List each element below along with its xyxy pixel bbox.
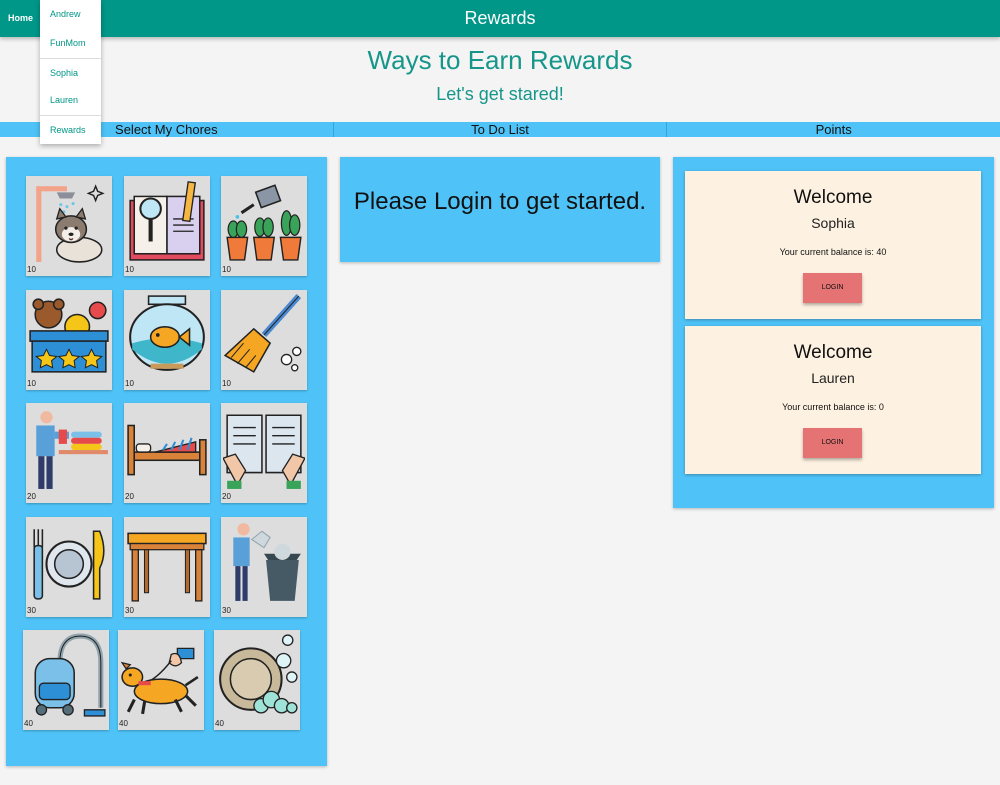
chore-points: 10 bbox=[125, 379, 134, 388]
chore-points: 40 bbox=[24, 719, 33, 728]
chore-points: 10 bbox=[125, 265, 134, 274]
chore-tile-vacuum[interactable]: 40 bbox=[23, 630, 109, 730]
clear-table-icon bbox=[127, 532, 207, 602]
menu-item-funmom[interactable]: FunMom bbox=[40, 29, 101, 58]
points-panel: Welcome Sophia Your current balance is: … bbox=[673, 157, 994, 508]
fold-laundry-icon bbox=[36, 411, 108, 489]
chore-tile-bathe-dog[interactable]: 10 bbox=[26, 176, 112, 276]
homework-icon bbox=[129, 181, 205, 261]
chore-points: 40 bbox=[119, 719, 128, 728]
welcome-text: Welcome bbox=[793, 187, 873, 208]
chore-points: 20 bbox=[125, 492, 134, 501]
chore-points: 30 bbox=[222, 606, 231, 615]
chore-tile-fish-bowl[interactable]: 10 bbox=[124, 290, 210, 390]
account-card-lauren: Welcome Lauren Your current balance is: … bbox=[685, 326, 981, 474]
menu-item-lauren[interactable]: Lauren bbox=[40, 86, 101, 115]
chore-tile-water-plants[interactable]: 10 bbox=[221, 176, 307, 276]
account-card-sophia: Welcome Sophia Your current balance is: … bbox=[685, 171, 981, 319]
chore-points: 10 bbox=[222, 265, 231, 274]
menu-item-andrew[interactable]: Andrew bbox=[40, 0, 101, 29]
login-prompt-message: Please Login to get started. bbox=[353, 188, 647, 215]
page-subtitle: Let's get stared! bbox=[436, 84, 564, 104]
column-header-bar: Select My Chores To Do List Points bbox=[0, 122, 1000, 137]
page-title: Ways to Earn Rewards bbox=[367, 45, 633, 75]
balance-text: Your current balance is: 0 bbox=[782, 402, 884, 412]
app-title: Rewards bbox=[464, 8, 536, 28]
menu-item-rewards[interactable]: Rewards bbox=[40, 115, 101, 144]
chores-panel: 10 10 10 10 10 10 20 20 20 30 30 30 40 4… bbox=[6, 157, 327, 766]
chore-tile-homework[interactable]: 10 bbox=[124, 176, 210, 276]
fish-bowl-icon bbox=[129, 295, 205, 371]
set-table-icon bbox=[33, 529, 105, 600]
take-out-trash-icon bbox=[233, 523, 301, 601]
chore-points: 30 bbox=[125, 606, 134, 615]
wash-dishes-icon bbox=[219, 634, 298, 714]
chore-points: 20 bbox=[222, 492, 231, 501]
chore-points: 20 bbox=[27, 492, 36, 501]
login-button[interactable]: LOGIN bbox=[803, 273, 862, 303]
sweep-icon bbox=[223, 294, 302, 373]
chore-tile-read-book[interactable]: 20 bbox=[221, 403, 307, 503]
chore-points: 10 bbox=[222, 379, 231, 388]
chore-tile-wash-dishes[interactable]: 40 bbox=[214, 630, 300, 730]
read-book-icon bbox=[223, 414, 305, 489]
app-bar: Home Rewards bbox=[0, 0, 1000, 37]
vacuum-icon bbox=[34, 633, 106, 717]
chore-points: 40 bbox=[215, 719, 224, 728]
walk-dog-icon bbox=[120, 647, 199, 715]
welcome-text: Welcome bbox=[793, 342, 873, 363]
chore-tile-set-table[interactable]: 30 bbox=[26, 517, 112, 617]
make-bed-icon bbox=[127, 424, 207, 476]
toy-box-icon bbox=[29, 298, 109, 373]
menu-item-sophia[interactable]: Sophia bbox=[40, 57, 101, 87]
chore-points: 30 bbox=[27, 606, 36, 615]
chore-tile-clear-table[interactable]: 30 bbox=[124, 517, 210, 617]
chore-points: 10 bbox=[27, 265, 36, 274]
column-header-points: Points bbox=[815, 122, 852, 137]
chore-points: 10 bbox=[27, 379, 36, 388]
todo-panel: Please Login to get started. bbox=[340, 157, 660, 262]
chore-tile-take-out-trash[interactable]: 30 bbox=[221, 517, 307, 617]
chore-tile-fold-laundry[interactable]: 20 bbox=[26, 403, 112, 503]
column-header-todo: To Do List bbox=[334, 122, 668, 137]
account-name: Lauren bbox=[811, 370, 855, 386]
balance-text: Your current balance is: 40 bbox=[779, 247, 887, 257]
chore-tile-sweep[interactable]: 10 bbox=[221, 290, 307, 390]
chore-tile-walk-dog[interactable]: 40 bbox=[118, 630, 204, 730]
water-plants-icon bbox=[226, 184, 302, 261]
bathe-dog-icon bbox=[36, 184, 105, 263]
nav-dropdown-menu: Andrew FunMom Sophia Lauren Rewards bbox=[40, 0, 101, 144]
login-button[interactable]: LOGIN bbox=[803, 428, 862, 458]
account-name: Sophia bbox=[811, 215, 855, 231]
chore-tile-toy-box[interactable]: 10 bbox=[26, 290, 112, 390]
chore-tile-make-bed[interactable]: 20 bbox=[124, 403, 210, 503]
